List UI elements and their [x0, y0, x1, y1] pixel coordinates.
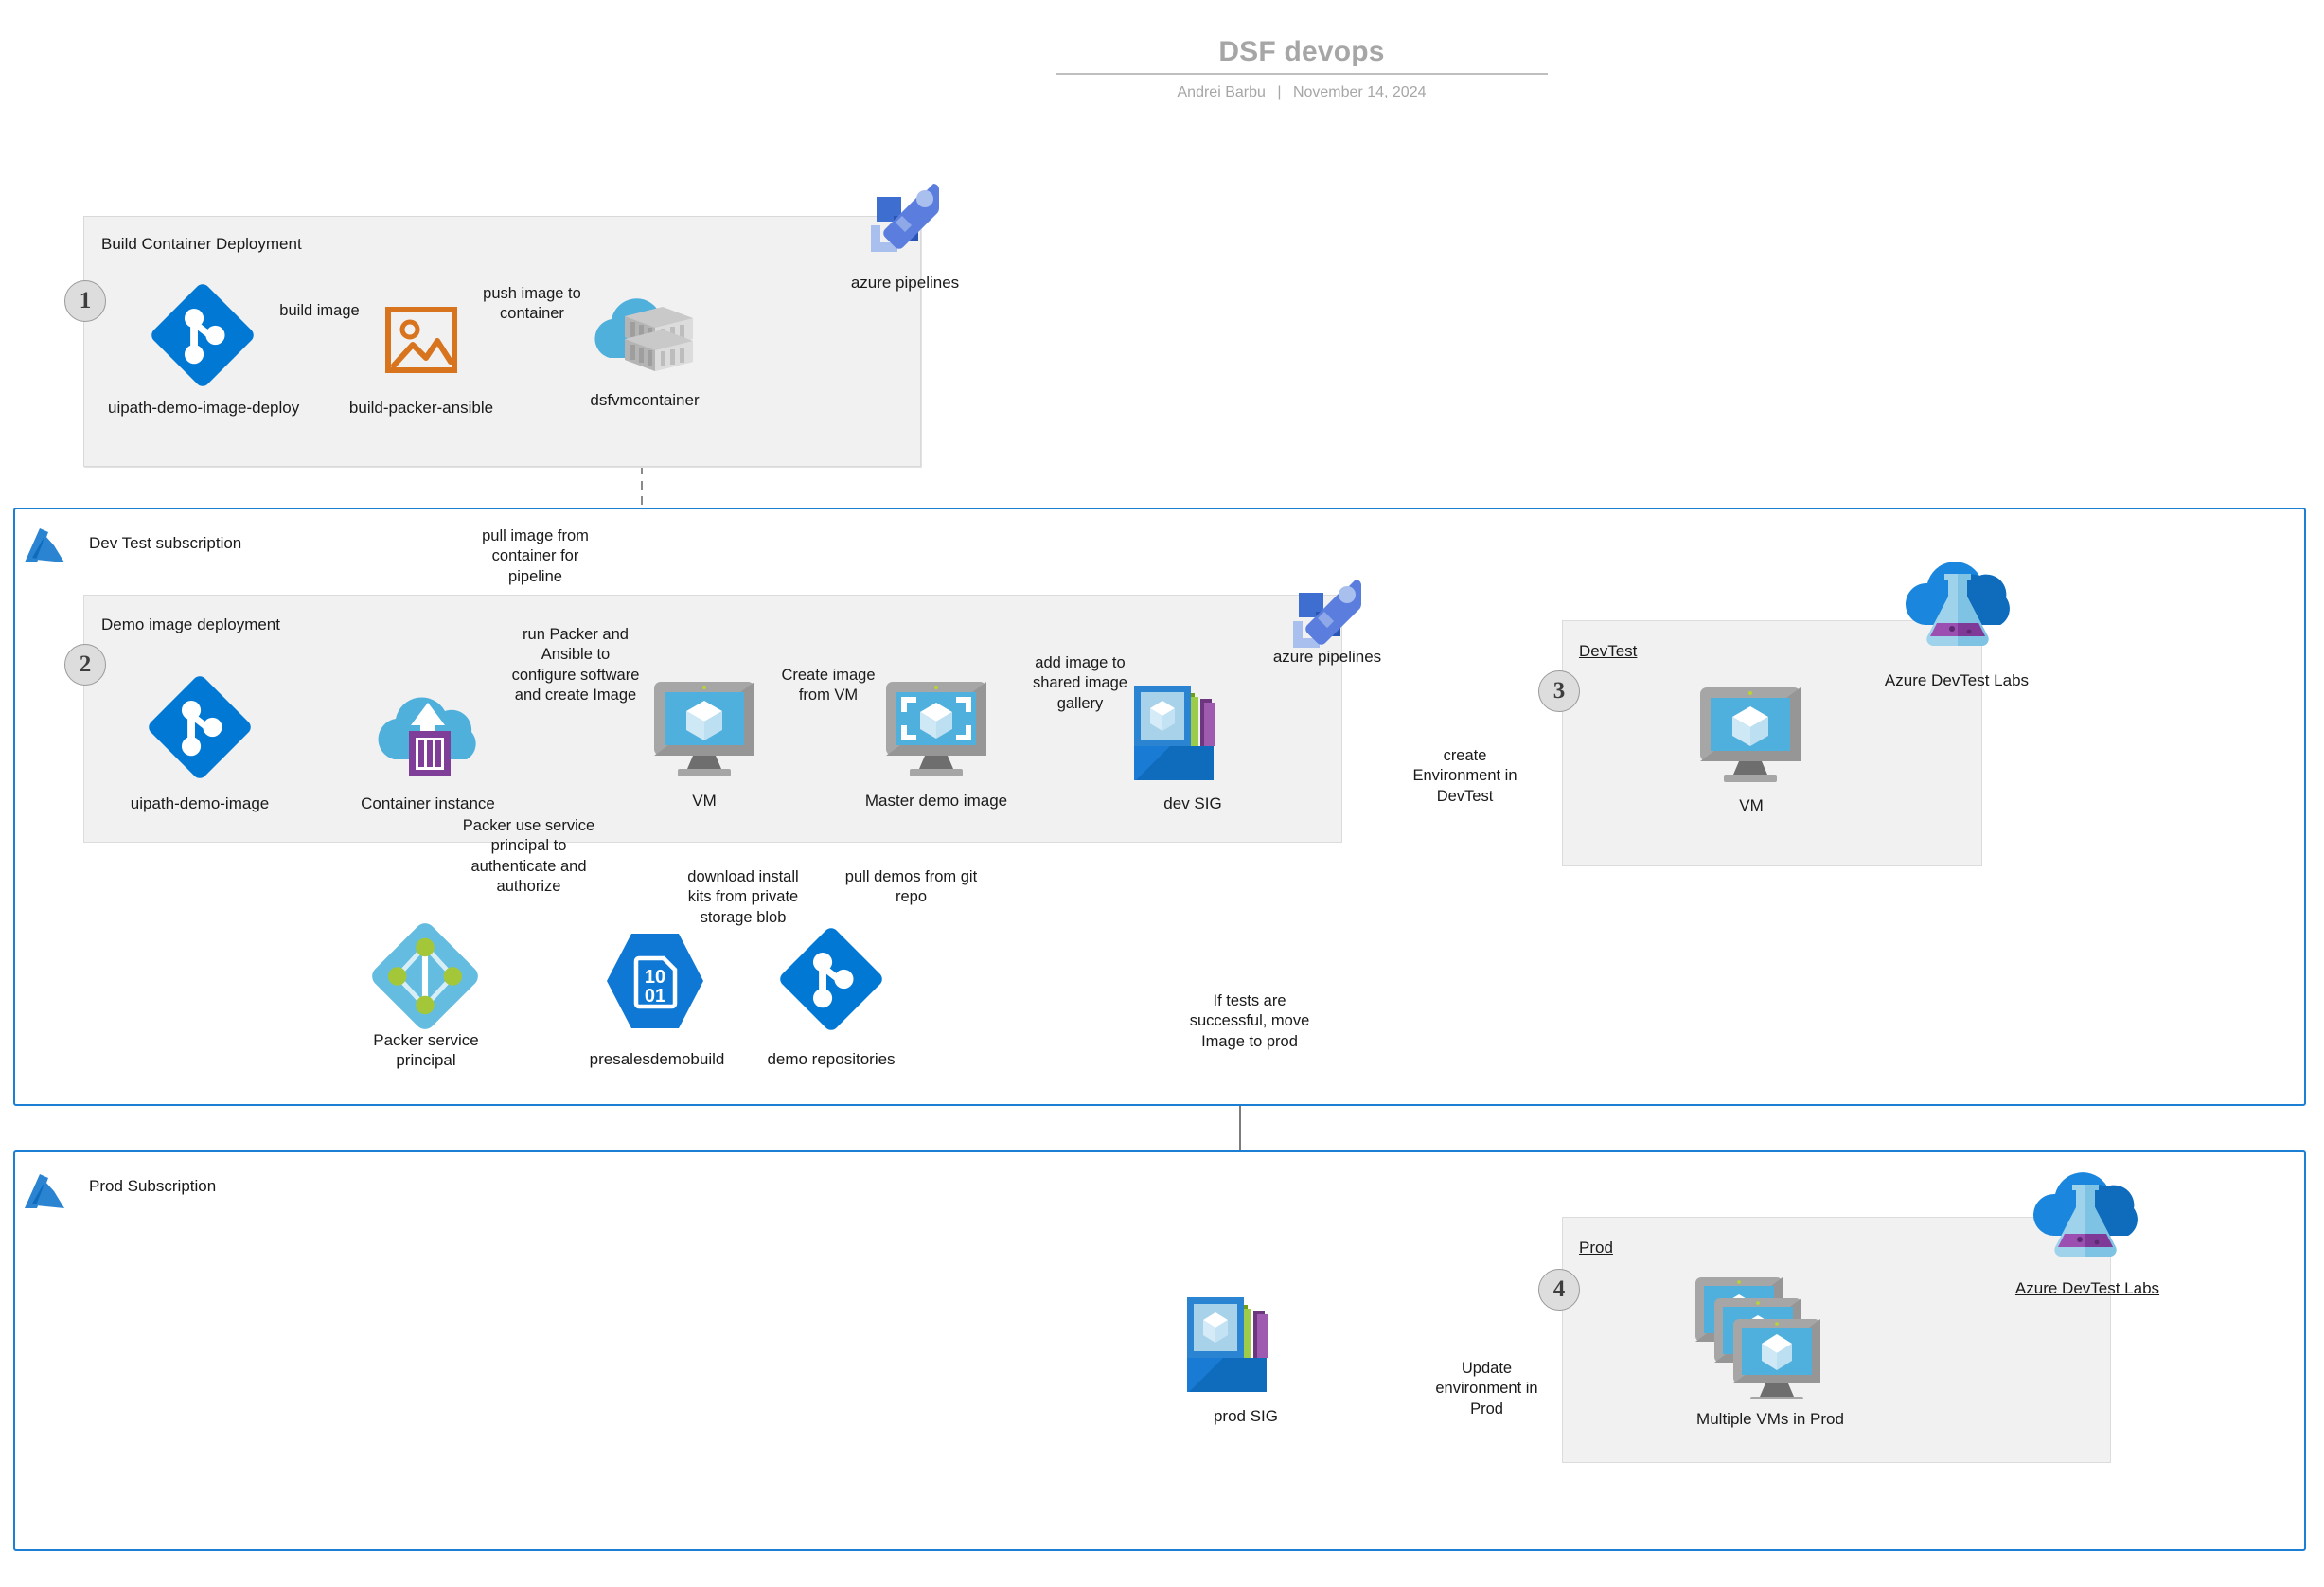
- title-divider: [1056, 73, 1548, 75]
- prod-label: Prod: [1579, 1239, 1613, 1257]
- devtest-vm-caption: VM: [1739, 796, 1764, 814]
- image-template-icon: [384, 307, 458, 378]
- master-demo-image-caption: Master demo image: [864, 792, 1008, 810]
- azure-repos-icon-demo-repos: [778, 926, 884, 1037]
- uipath-demo-image-caption: uipath-demo-image: [130, 794, 270, 812]
- azure-logo-icon-prod: [21, 1172, 66, 1219]
- dev-test-subscription-label: Dev Test subscription: [89, 534, 242, 552]
- container-registry-icon: [587, 284, 702, 383]
- run-packer-ansible-edge-label: run Packer and Ansible to configure soft…: [511, 626, 640, 704]
- byline-separator: |: [1277, 84, 1282, 100]
- title-byline: Andrei Barbu | November 14, 2024: [1056, 84, 1548, 101]
- diagram-canvas: DSF devops Andrei Barbu | November 14, 2…: [0, 0, 2324, 1587]
- dev-sig-caption: dev SIG: [1163, 794, 1222, 812]
- update-environment-in-prod-edge-label: Update environment in Prod: [1435, 1360, 1538, 1418]
- prod-subscription-label: Prod Subscription: [89, 1177, 217, 1195]
- step-2-badge: 2: [64, 644, 106, 686]
- page-title: DSF devops: [1218, 36, 1385, 67]
- if-tests-successful-edge-label: If tests are successful, move Image to p…: [1189, 992, 1310, 1050]
- azure-pipelines-middle-caption: azure pipelines: [1272, 648, 1382, 666]
- presalesdemobuild-caption: presalesdemobuild: [589, 1050, 725, 1068]
- pull-demos-from-git-edge-label: pull demos from git repo: [844, 868, 978, 906]
- devtest-label: DevTest: [1579, 642, 1638, 660]
- document-date: November 14, 2024: [1292, 84, 1427, 100]
- azure-logo-icon: [21, 526, 66, 573]
- container-instance-caption: Container instance: [361, 794, 495, 812]
- devtest-labs-icon: [1893, 549, 2014, 660]
- build-packer-ansible-caption: build-packer-ansible: [348, 399, 494, 417]
- add-image-to-gallery-edge-label: add image to shared image gallery: [1033, 654, 1127, 712]
- demo-image-deployment-label: Demo image deployment: [101, 615, 280, 633]
- svg-text:10: 10: [645, 967, 665, 988]
- azure-pipelines-top-caption: azure pipelines: [850, 274, 960, 292]
- azure-devtest-labs-caption: Azure DevTest Labs: [1884, 671, 2030, 689]
- azure-devtest-labs-prod-caption: Azure DevTest Labs: [2014, 1279, 2160, 1297]
- packer-use-service-principal-edge-label: Packer use service principal to authenti…: [462, 817, 595, 896]
- multiple-vms-caption: Multiple VMs in Prod: [1696, 1410, 1844, 1428]
- shared-image-gallery-icon-prod: [1181, 1288, 1293, 1397]
- push-image-to-container-edge-label: push image to container: [483, 285, 581, 323]
- title-block: DSF devops Andrei Barbu | November 14, 2…: [1056, 36, 1548, 101]
- build-container-deployment-label: Build Container Deployment: [101, 235, 302, 253]
- azure-pipelines-icon: [858, 170, 952, 270]
- azure-repos-icon-demo: [147, 674, 253, 785]
- pull-image-from-container-edge-label: pull image from container for pipeline: [482, 527, 589, 585]
- virtual-machine-icon-devtest: [1694, 684, 1806, 793]
- step-4-badge: 4: [1538, 1269, 1580, 1311]
- create-image-from-vm-edge-label: Create image from VM: [781, 667, 876, 704]
- prod-sig-caption: prod SIG: [1213, 1407, 1279, 1425]
- multiple-vms-icon: [1690, 1274, 1832, 1403]
- packer-service-principal-caption: Packer service principal: [373, 1031, 479, 1070]
- demo-repositories-caption: demo repositories: [767, 1050, 896, 1068]
- step-1-badge: 1: [64, 280, 106, 322]
- devtest-labs-icon-prod: [2021, 1160, 2142, 1271]
- dsfvmcontainer-caption: dsfvmcontainer: [590, 391, 700, 409]
- uipath-demo-image-deploy-caption: uipath-demo-image-deploy: [108, 399, 300, 417]
- service-principal-icon: [367, 918, 483, 1039]
- step-3-badge: 3: [1538, 670, 1580, 712]
- svg-text:01: 01: [645, 986, 665, 1007]
- download-install-kits-edge-label: download install kits from private stora…: [687, 868, 799, 926]
- container-instance-icon: [371, 678, 485, 785]
- azure-repos-icon: [150, 282, 256, 393]
- build-image-edge-label: build image: [279, 302, 360, 319]
- storage-blob-icon: 10 01: [603, 928, 707, 1039]
- vm-caption: VM: [692, 792, 717, 810]
- create-environment-in-devtest-edge-label: create Environment in DevTest: [1412, 747, 1517, 805]
- author-name: Andrei Barbu: [1177, 84, 1266, 100]
